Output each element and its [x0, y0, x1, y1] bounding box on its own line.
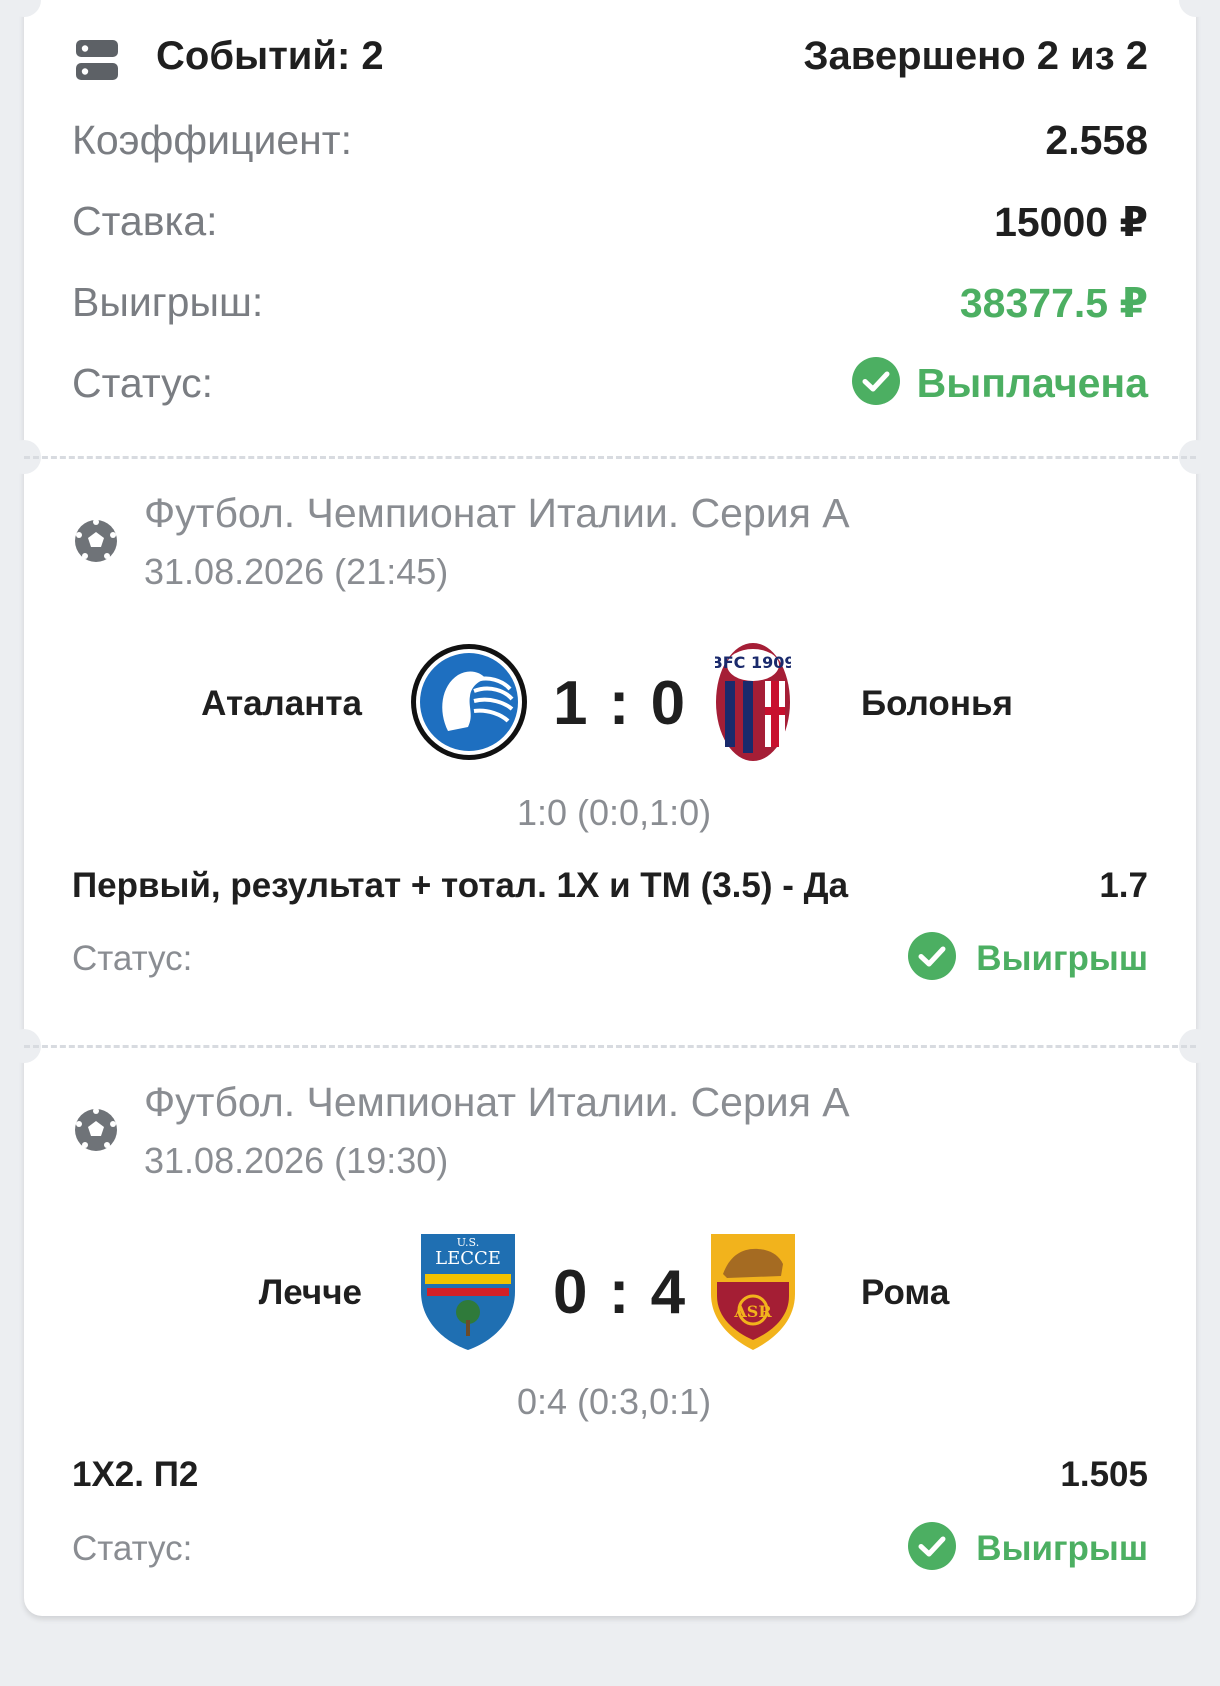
football-icon — [73, 518, 119, 569]
ticket-divider — [24, 1045, 1196, 1048]
coefficient-value: 2.558 — [1045, 117, 1148, 163]
match-score: 0 : 4 — [553, 1258, 688, 1327]
event-league: Футбол. Чемпионат Италии. Серия А — [144, 1079, 850, 1125]
svg-text:ASR: ASR — [733, 1302, 772, 1321]
stake-label: Ставка: — [72, 198, 218, 244]
svg-text:BFC 1909: BFC 1909 — [715, 653, 791, 672]
match-score: 1 : 0 — [553, 669, 688, 738]
completed-count: Завершено 2 из 2 — [803, 34, 1148, 78]
events-count: Событий: 2 — [156, 34, 384, 78]
events-icon — [74, 38, 120, 89]
bet-market: Первый, результат + тотал. 1Х и ТМ (3.5)… — [72, 866, 849, 905]
football-icon — [73, 1107, 119, 1158]
stake-value: 15000 ₽ — [994, 199, 1148, 245]
status-value: Выплачена — [916, 360, 1148, 406]
lecce-logo-icon: U.S. LECCE — [417, 1230, 519, 1357]
event-status-value: Выигрыш — [976, 939, 1148, 978]
svg-text:LECCE: LECCE — [435, 1248, 501, 1269]
bet-odds: 1.505 — [1060, 1455, 1148, 1494]
bet-odds: 1.7 — [1099, 866, 1148, 905]
event-datetime: 31.08.2026 (19:30) — [144, 1140, 449, 1181]
away-team-name: Рома — [861, 1273, 950, 1312]
score-detail: 1:0 (0:0,1:0) — [517, 792, 712, 833]
coefficient-label: Коэффициент: — [72, 117, 352, 163]
roma-logo-icon: ASR — [707, 1230, 799, 1357]
win-value: 38377.5 ₽ — [959, 280, 1148, 326]
bologna-logo-icon: BFC 1909 — [711, 641, 795, 768]
atalanta-logo-icon — [408, 641, 530, 768]
event-league: Футбол. Чемпионат Италии. Серия А — [144, 490, 850, 536]
status-label: Статус: — [72, 360, 213, 406]
home-team-name: Лечче — [258, 1273, 362, 1312]
check-circle-icon — [908, 932, 956, 980]
win-label: Выигрыш: — [72, 279, 264, 325]
home-team-name: Аталанта — [201, 684, 362, 723]
event-status-label: Статус: — [72, 1529, 193, 1568]
bet-market: 1Х2. П2 — [72, 1455, 199, 1494]
event-datetime: 31.08.2026 (21:45) — [144, 551, 449, 592]
ticket-divider — [24, 456, 1196, 459]
event-status-label: Статус: — [72, 939, 193, 978]
check-circle-icon — [852, 357, 900, 405]
check-circle-icon — [908, 1522, 956, 1570]
event-status-value: Выигрыш — [976, 1529, 1148, 1568]
away-team-name: Болонья — [861, 684, 1013, 723]
score-detail: 0:4 (0:3,0:1) — [517, 1381, 712, 1422]
